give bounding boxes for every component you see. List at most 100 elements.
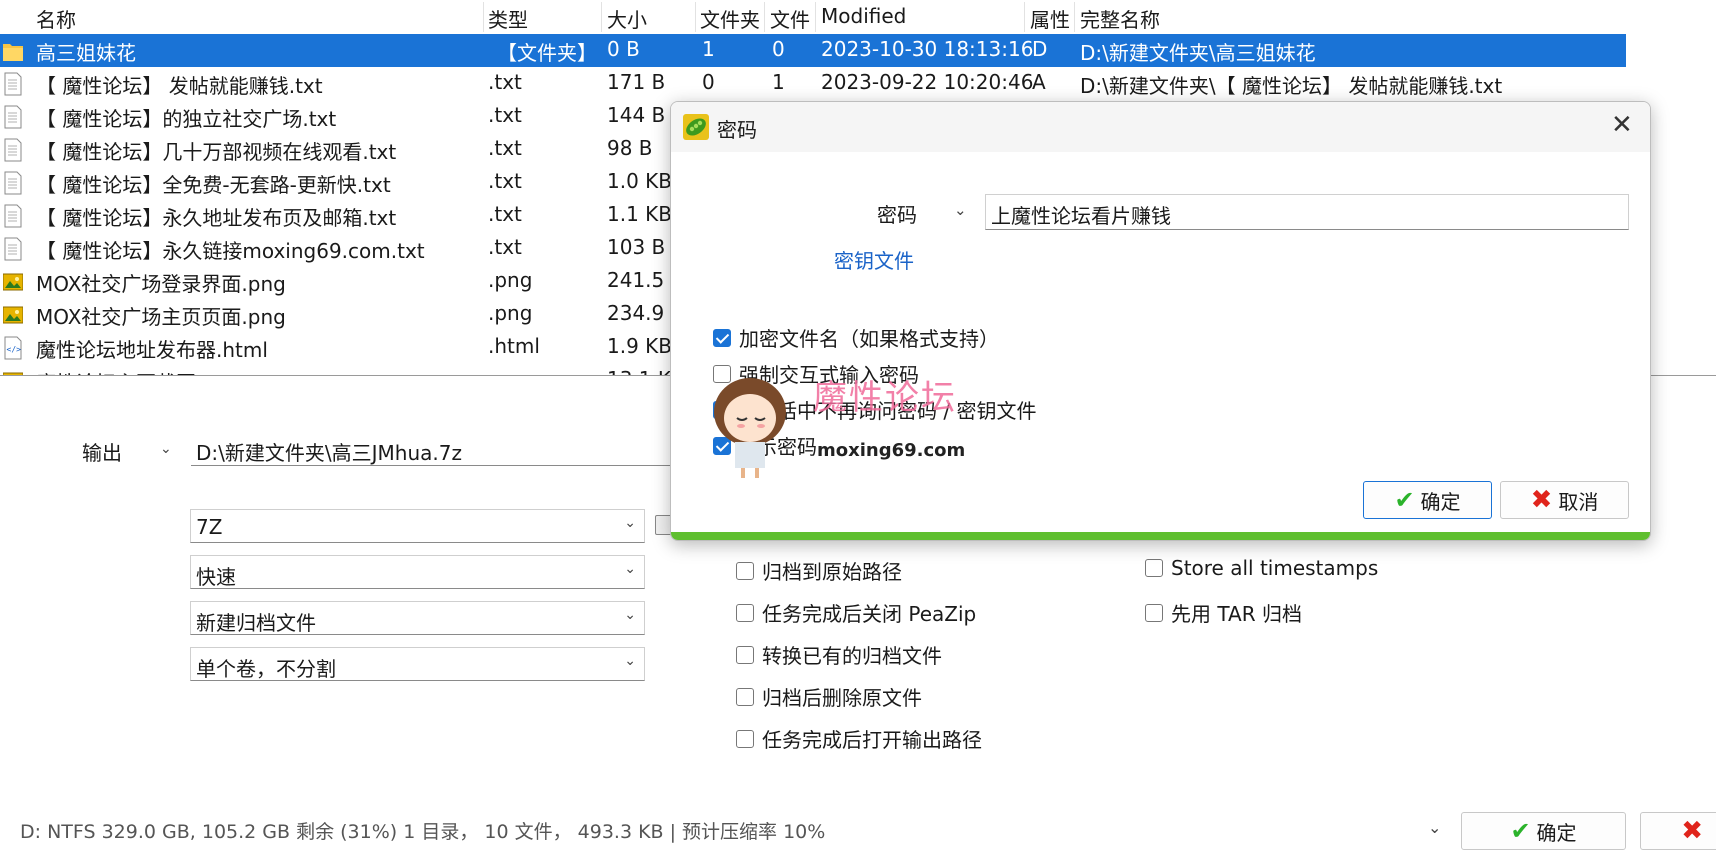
dialog-accent-bar — [671, 532, 1650, 540]
column-header-attributes[interactable]: 属性 — [1030, 4, 1070, 33]
file-type: .txt — [488, 103, 522, 127]
archive-mode-select[interactable]: 新建归档文件 ⌄ — [190, 601, 645, 635]
file-row-selected[interactable]: 高三姐妹花 【文件夹】 0 B 1 0 2023-10-30 18:13:16 … — [0, 34, 1626, 67]
file-folder-count: 0 — [702, 70, 715, 94]
output-dropdown-icon[interactable]: ⌄ — [160, 441, 172, 457]
keyfile-link[interactable]: 密钥文件 — [834, 245, 914, 274]
checkbox[interactable] — [736, 603, 754, 622]
option-label: 任务完成后关闭 PeaZip — [762, 602, 977, 626]
file-type: .png — [488, 301, 533, 325]
folder-icon — [3, 44, 23, 61]
file-modified: 2023-10-30 18:13:16 — [821, 37, 1034, 61]
option-archive-original-path[interactable]: 归档到原始路径 — [736, 556, 902, 585]
format-select[interactable]: 7Z ⌄ — [190, 509, 645, 543]
column-header-folders[interactable]: 文件夹 — [700, 4, 760, 33]
checkbox[interactable] — [736, 645, 754, 664]
option-label: 加密文件名（如果格式支持） — [739, 327, 999, 351]
option-close-peazip[interactable]: 任务完成后关闭 PeaZip — [736, 598, 976, 627]
password-dropdown-icon[interactable]: ⌄ — [954, 201, 967, 219]
checkbox[interactable] — [736, 687, 754, 706]
file-size: 98 B — [607, 136, 653, 160]
dialog-cancel-label: 取消 — [1558, 489, 1599, 514]
format-select-value: 7Z — [196, 515, 223, 539]
file-file-count: 1 — [772, 70, 785, 94]
file-name: 【 魔性论坛】全免费-无套路-更新快.txt — [36, 173, 391, 197]
file-name: 魔性论坛地址发布器.html — [36, 338, 268, 362]
chevron-down-icon: ⌄ — [624, 653, 636, 669]
file-size: 171 B — [607, 70, 666, 94]
password-dialog: 密码 ✕ 密码 ⌄ 上魔性论坛看片赚钱 密钥文件 加密文件名（如果格式支持） 强… — [670, 101, 1651, 541]
output-path-input[interactable]: D:\新建文件夹\高三JMhua.7z — [191, 432, 691, 466]
volume-split-select[interactable]: 单个卷，不分割 ⌄ — [190, 647, 645, 681]
file-row[interactable]: 【 魔性论坛】 发帖就能赚钱.txt .txt 171 B 0 1 2023-0… — [0, 67, 1626, 100]
file-name: 【 魔性论坛】永久链接moxing69.com.txt — [36, 239, 425, 263]
column-header-size[interactable]: 大小 — [607, 4, 647, 33]
dialog-ok-button[interactable]: ✔ 确定 — [1363, 481, 1492, 519]
file-type: .txt — [488, 169, 522, 193]
html-file-icon: </> — [4, 336, 22, 360]
password-input[interactable]: 上魔性论坛看片赚钱 — [985, 194, 1629, 230]
chevron-down-icon: ⌄ — [624, 561, 636, 577]
column-header-name[interactable]: 名称 — [36, 4, 76, 33]
close-icon: ✖ — [1681, 816, 1703, 846]
option-label: 归档到原始路径 — [762, 560, 902, 584]
file-name: MOX社交广场主页页面.png — [36, 305, 286, 329]
file-type: .txt — [488, 202, 522, 226]
checkbox[interactable] — [736, 561, 754, 580]
option-convert-archives[interactable]: 转换已有的归档文件 — [736, 640, 942, 669]
checkbox[interactable] — [713, 364, 731, 383]
close-icon[interactable]: ✕ — [1611, 110, 1633, 140]
file-size: 1.1 KB — [607, 202, 672, 226]
main-ok-label: 确定 — [1536, 820, 1577, 845]
option-session-no-ask[interactable]: 会话中不再询问密码 / 密钥文件 — [713, 395, 1036, 424]
file-type: 【文件夹】 — [497, 41, 597, 65]
chevron-down-icon: ⌄ — [624, 515, 636, 531]
option-store-timestamps[interactable]: Store all timestamps — [1145, 556, 1378, 580]
column-header-full-name[interactable]: 完整名称 — [1080, 4, 1160, 33]
archive-mode-value: 新建归档文件 — [196, 611, 316, 635]
output-path-value: D:\新建文件夹\高三JMhua.7z — [196, 441, 462, 465]
chevron-down-icon[interactable]: ⌄ — [1428, 818, 1441, 837]
checkbox-checked[interactable] — [713, 436, 731, 455]
option-show-password[interactable]: 示密码 — [713, 431, 817, 460]
compression-level-select[interactable]: 快速 ⌄ — [190, 555, 645, 589]
file-attributes: D — [1032, 37, 1048, 61]
file-size: 1.0 KB — [607, 169, 672, 193]
column-header-modified[interactable]: Modified — [821, 4, 906, 28]
option-force-interactive-password[interactable]: 强制交互式输入密码 — [713, 359, 919, 388]
text-file-icon — [4, 138, 22, 162]
checkbox-checked[interactable] — [713, 400, 731, 419]
file-size: 144 B — [607, 103, 666, 127]
column-header-type[interactable]: 类型 — [488, 4, 528, 33]
option-open-output-path[interactable]: 任务完成后打开输出路径 — [736, 724, 982, 753]
file-attributes: A — [1032, 70, 1046, 94]
file-size: 234.9 — [607, 301, 665, 325]
main-cancel-button[interactable]: ✖ — [1640, 812, 1716, 850]
file-size: 103 B — [607, 235, 666, 259]
checkbox[interactable] — [1145, 559, 1163, 577]
checkbox-checked[interactable] — [713, 328, 731, 347]
text-file-icon — [4, 171, 22, 195]
dialog-ok-label: 确定 — [1420, 489, 1461, 514]
file-type: .html — [488, 334, 540, 358]
file-full-name: D:\新建文件夹\高三姐妹花 — [1080, 41, 1316, 65]
dialog-title: 密码 — [717, 118, 757, 142]
checkbox[interactable] — [1145, 603, 1163, 622]
option-label: 先用 TAR 归档 — [1171, 602, 1302, 626]
file-name: 高三姐妹花 — [36, 41, 136, 65]
text-file-icon — [4, 105, 22, 129]
option-delete-originals[interactable]: 归档后删除原文件 — [736, 682, 922, 711]
main-ok-button[interactable]: ✔ 确定 — [1461, 812, 1626, 850]
checkbox[interactable] — [736, 729, 754, 748]
file-size: 1.9 KB — [607, 334, 672, 358]
option-encrypt-filenames[interactable]: 加密文件名（如果格式支持） — [713, 323, 999, 352]
file-full-name: D:\新建文件夹\【 魔性论坛】 发帖就能赚钱.txt — [1080, 74, 1503, 98]
column-header-files[interactable]: 文件 — [770, 4, 810, 33]
checkmark-icon: ✔ — [1394, 486, 1415, 514]
option-tar-first[interactable]: 先用 TAR 归档 — [1145, 598, 1302, 627]
file-name: 【 魔性论坛】 发帖就能赚钱.txt — [36, 74, 323, 98]
file-type: .txt — [488, 70, 522, 94]
file-list-header: 名称 类型 大小 文件夹 文件 Modified 属性 完整名称 — [0, 0, 1626, 35]
dialog-cancel-button[interactable]: ✖ 取消 — [1500, 481, 1629, 519]
file-name: 【 魔性论坛】几十万部视频在线观看.txt — [36, 140, 397, 164]
